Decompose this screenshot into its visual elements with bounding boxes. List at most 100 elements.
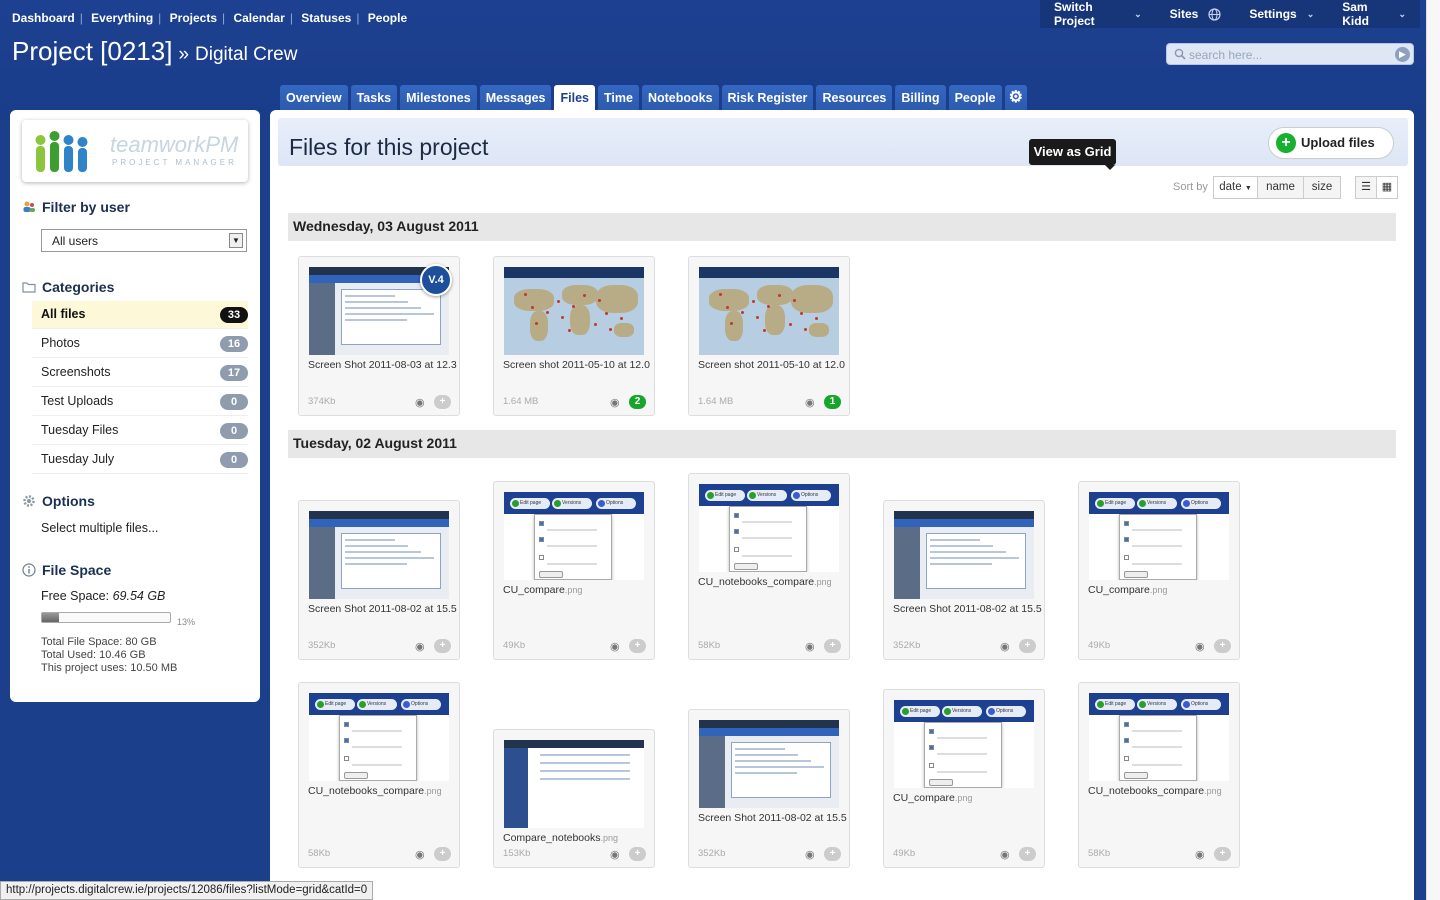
file-name[interactable]: Screen Shot 2011-08-02 at 15.5 (698, 812, 848, 824)
eye-icon[interactable]: ◉ (610, 396, 620, 409)
nav-dashboard[interactable]: Dashboard (12, 11, 75, 25)
tab-milestones[interactable]: Milestones (400, 85, 477, 111)
file-thumbnail[interactable] (504, 267, 644, 355)
file-card[interactable]: Edit page Versions Options CU_compare.png 49… (883, 689, 1045, 868)
comments-icon[interactable]: + (1214, 847, 1231, 861)
eye-icon[interactable]: ◉ (1000, 640, 1010, 653)
select-multiple-link[interactable]: Select multiple files... (41, 521, 158, 535)
file-card[interactable]: Screen Shot 2011-08-02 at 15.5 352Kb ◉ + (883, 500, 1045, 660)
tab-risk-register[interactable]: Risk Register (721, 85, 814, 111)
eye-icon[interactable]: ◉ (805, 640, 815, 653)
upload-files-button[interactable]: + Upload files (1268, 127, 1394, 159)
file-name[interactable]: CU_notebooks_compare.png (698, 576, 848, 588)
sort-size-button[interactable]: size (1303, 176, 1341, 199)
company-name[interactable]: Digital Crew (195, 44, 297, 65)
file-name[interactable]: Screen shot 2011-05-10 at 12.0 (698, 359, 848, 371)
file-card[interactable]: Screen shot 2011-05-10 at 12.0 1.64 MB ◉ 2 (493, 256, 655, 416)
eye-icon[interactable]: ◉ (415, 396, 425, 409)
file-card[interactable]: Screen Shot 2011-08-02 at 15.5 352Kb ◉ + (298, 500, 460, 660)
tab-settings[interactable]: ⚙ (1004, 85, 1027, 111)
eye-icon[interactable]: ◉ (805, 396, 815, 409)
file-name[interactable]: Compare_notebooks.png (503, 832, 653, 844)
file-name[interactable]: Screen Shot 2011-08-02 at 15.5 (893, 603, 1043, 615)
file-thumbnail[interactable] (894, 511, 1034, 599)
file-name[interactable]: CU_compare.png (503, 584, 653, 596)
sort-name-button[interactable]: name (1257, 176, 1304, 199)
file-card[interactable]: Edit page Versions Options CU_notebooks_com… (298, 682, 460, 868)
file-thumbnail[interactable]: Edit page Versions Options (894, 700, 1034, 788)
project-name[interactable]: Project [0213] (12, 36, 172, 66)
scrollbar-thumb[interactable] (1430, 0, 1438, 900)
eye-icon[interactable]: ◉ (610, 640, 620, 653)
user-menu[interactable]: Sam Kidd ⌄ (1328, 0, 1420, 28)
nav-projects[interactable]: Projects (170, 11, 217, 25)
file-name[interactable]: CU_compare.png (1088, 584, 1238, 596)
tab-billing[interactable]: Billing (895, 85, 946, 111)
tab-people[interactable]: People (948, 85, 1002, 111)
file-thumbnail[interactable]: Edit page Versions Options (699, 484, 839, 572)
comments-icon[interactable]: + (629, 847, 646, 861)
category-all-files[interactable]: All files 33 (32, 301, 248, 329)
comments-icon[interactable]: + (434, 639, 451, 653)
switch-project-menu[interactable]: Switch Project ⌄ (1040, 0, 1156, 28)
comments-icon[interactable]: + (824, 847, 841, 861)
eye-icon[interactable]: ◉ (1195, 848, 1205, 861)
file-name[interactable]: Screen shot 2011-05-10 at 12.0 (503, 359, 653, 371)
comments-icon[interactable]: 2 (629, 395, 646, 409)
nav-everything[interactable]: Everything (91, 11, 153, 25)
file-name[interactable]: CU_compare.png (893, 792, 1043, 804)
page-scrollbar[interactable] (1426, 0, 1440, 900)
category-tuesday-july[interactable]: Tuesday July 0 (32, 446, 248, 474)
search-go-icon[interactable]: ▶ (1395, 47, 1410, 62)
file-thumbnail[interactable]: Edit page Versions Options (1089, 693, 1229, 781)
sites-menu[interactable]: Sites (1156, 0, 1236, 28)
nav-statuses[interactable]: Statuses (301, 11, 351, 25)
file-card[interactable]: Screen shot 2011-05-10 at 12.0 1.64 MB ◉ 1 (688, 256, 850, 416)
tab-messages[interactable]: Messages (479, 85, 552, 111)
file-name[interactable]: CU_notebooks_compare.png (308, 785, 458, 797)
category-photos[interactable]: Photos 16 (32, 330, 248, 358)
file-card[interactable]: Edit page Versions Options CU_compare.png 49… (493, 481, 655, 660)
file-thumbnail[interactable]: Edit page Versions Options (309, 693, 449, 781)
category-tuesday-files[interactable]: Tuesday Files 0 (32, 417, 248, 445)
file-thumbnail[interactable] (309, 511, 449, 599)
comments-icon[interactable]: + (824, 639, 841, 653)
tab-files[interactable]: Files (554, 85, 595, 112)
file-card[interactable]: Edit page Versions Options CU_compare.png 49… (1078, 481, 1240, 660)
search-input[interactable] (1189, 46, 1389, 63)
category-screenshots[interactable]: Screenshots 17 (32, 359, 248, 387)
user-filter-select[interactable]: All users ▼ (41, 229, 247, 252)
file-card[interactable]: Screen Shot 2011-08-02 at 15.5 352Kb ◉ + (688, 709, 850, 868)
file-card[interactable]: Edit page Versions Options CU_notebooks_com… (688, 473, 850, 660)
comments-icon[interactable]: + (434, 395, 451, 409)
file-thumbnail[interactable] (699, 267, 839, 355)
comments-icon[interactable]: + (434, 847, 451, 861)
tab-resources[interactable]: Resources (816, 85, 893, 111)
version-badge[interactable]: V.4 (420, 264, 452, 296)
eye-icon[interactable]: ◉ (415, 640, 425, 653)
settings-menu[interactable]: Settings ⌄ (1235, 0, 1328, 28)
file-thumbnail[interactable]: Edit page Versions Options (1089, 492, 1229, 580)
eye-icon[interactable]: ◉ (1195, 640, 1205, 653)
file-card[interactable]: Compare_notebooks.png 153Kb ◉ + (493, 729, 655, 868)
file-card[interactable]: Screen Shot 2011-08-03 at 12.3 374Kb ◉ + V.4 (298, 256, 460, 416)
comments-icon[interactable]: 1 (824, 395, 841, 409)
tab-overview[interactable]: Overview (280, 85, 348, 111)
file-name[interactable]: CU_notebooks_compare.png (1088, 785, 1238, 797)
list-view-button[interactable]: ☰ (1355, 176, 1377, 199)
file-card[interactable]: Edit page Versions Options CU_notebooks_com… (1078, 682, 1240, 868)
tab-notebooks[interactable]: Notebooks (641, 85, 719, 111)
comments-icon[interactable]: + (1019, 639, 1036, 653)
sort-date-button[interactable]: date ▼ (1213, 176, 1258, 199)
tab-time[interactable]: Time (597, 85, 639, 111)
comments-icon[interactable]: + (629, 639, 646, 653)
file-name[interactable]: Screen Shot 2011-08-02 at 15.5 (308, 603, 458, 615)
nav-calendar[interactable]: Calendar (233, 11, 284, 25)
category-test-uploads[interactable]: Test Uploads 0 (32, 388, 248, 416)
file-thumbnail[interactable] (699, 720, 839, 808)
nav-people[interactable]: People (368, 11, 407, 25)
eye-icon[interactable]: ◉ (805, 848, 815, 861)
eye-icon[interactable]: ◉ (1000, 848, 1010, 861)
comments-icon[interactable]: + (1214, 639, 1231, 653)
comments-icon[interactable]: + (1019, 847, 1036, 861)
